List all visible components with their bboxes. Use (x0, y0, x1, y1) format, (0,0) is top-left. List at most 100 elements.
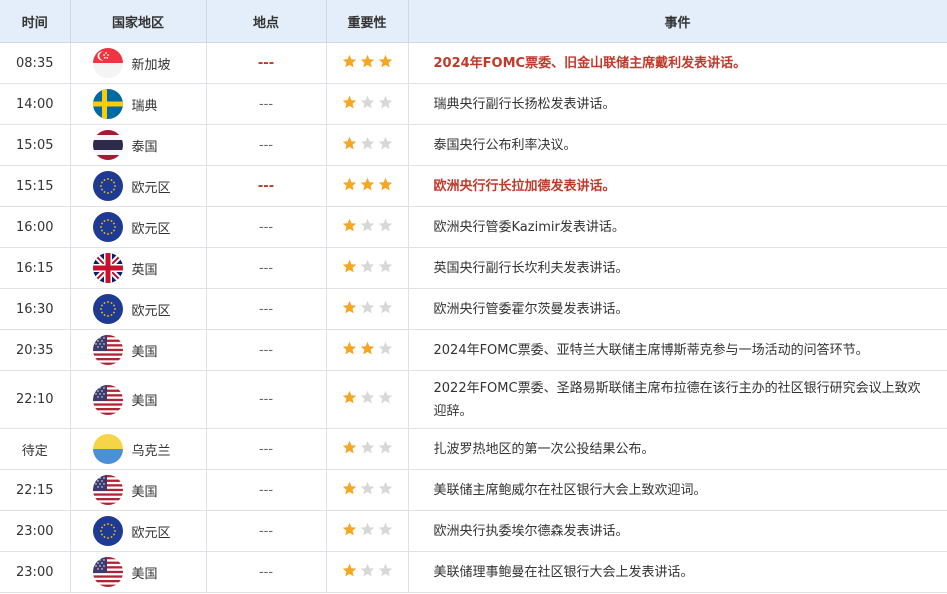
star-empty-icon (378, 136, 393, 151)
star-filled-icon (360, 341, 375, 356)
star-empty-icon (360, 136, 375, 151)
event-description[interactable]: 美联储主席鲍威尔在社区银行大会上致欢迎词。 (408, 469, 947, 511)
star-filled-icon (342, 300, 357, 315)
table-row[interactable]: 16:00 欧元区 --- 欧洲央行管委Kazimir发表讲话。 (0, 206, 947, 248)
star-empty-icon (378, 218, 393, 233)
ukraine-flag-icon (92, 434, 123, 464)
star-filled-icon (378, 54, 393, 69)
event-description[interactable]: 欧洲央行行长拉加德发表讲话。 (408, 165, 947, 207)
star-empty-icon (378, 300, 393, 315)
star-empty-icon (378, 481, 393, 496)
country-cell: 美国 (70, 469, 207, 511)
event-time: 15:15 (0, 165, 71, 207)
importance-cell (326, 428, 409, 470)
event-time: 22:10 (0, 370, 71, 429)
star-filled-icon (342, 177, 357, 192)
country-cell: 瑞典 (70, 83, 207, 125)
event-description[interactable]: 欧洲央行管委霍尔茨曼发表讲话。 (408, 288, 947, 330)
event-description[interactable]: 瑞典央行副行长扬松发表讲话。 (408, 83, 947, 125)
star-filled-icon (360, 177, 375, 192)
table-row[interactable]: 16:15 英国 --- 英国央行副行长坎利夫发表讲话。 (0, 247, 947, 289)
star-empty-icon (360, 218, 375, 233)
header-importance: 重要性 (326, 0, 409, 43)
event-description[interactable]: 扎波罗热地区的第一次公投结果公布。 (408, 428, 947, 470)
event-time: 20:35 (0, 329, 71, 371)
event-description[interactable]: 美联储理事鲍曼在社区银行大会上发表讲话。 (408, 551, 947, 593)
star-empty-icon (378, 390, 393, 405)
star-filled-icon (342, 259, 357, 274)
event-description[interactable]: 2024年FOMC票委、旧金山联储主席戴利发表讲话。 (408, 42, 947, 84)
importance-stars (342, 300, 393, 315)
star-empty-icon (360, 300, 375, 315)
table-row[interactable]: 22:15 美国 --- 美联储主席鲍威尔在社区银行大会上致欢迎词。 (0, 469, 947, 511)
star-empty-icon (360, 259, 375, 274)
table-row[interactable]: 08:35 新加坡 --- 2024年FOMC票委、旧金山联储主席戴利发表讲话。 (0, 42, 947, 84)
star-filled-icon (342, 390, 357, 405)
table-row[interactable]: 15:15 欧元区 --- 欧洲央行行长拉加德发表讲话。 (0, 165, 947, 207)
importance-stars (342, 341, 393, 356)
event-description[interactable]: 欧洲央行管委Kazimir发表讲话。 (408, 206, 947, 248)
table-row[interactable]: 23:00 美国 --- 美联储理事鲍曼在社区银行大会上发表讲话。 (0, 551, 947, 593)
country-name: 美国 (131, 566, 158, 582)
table-row[interactable]: 23:00 欧元区 --- 欧洲央行执委埃尔德森发表讲话。 (0, 510, 947, 552)
event-place: --- (206, 551, 327, 593)
star-filled-icon (378, 177, 393, 192)
country-cell: 美国 (70, 370, 207, 429)
sweden-flag-icon (92, 89, 123, 119)
economic-calendar-table: 时间 国家地区 地点 重要性 事件 08:35 新加坡 --- 2024年FOM… (0, 0, 947, 593)
table-row[interactable]: 20:35 美国 --- 2024年FOMC票委、亚特兰大联储主席博斯蒂克参与一… (0, 329, 947, 371)
star-filled-icon (342, 481, 357, 496)
event-description[interactable]: 英国央行副行长坎利夫发表讲话。 (408, 247, 947, 289)
event-place: --- (206, 42, 327, 84)
importance-stars (342, 440, 393, 455)
table-row[interactable]: 14:00 瑞典 --- 瑞典央行副行长扬松发表讲话。 (0, 83, 947, 125)
thailand-flag-icon (92, 130, 123, 160)
star-filled-icon (360, 54, 375, 69)
importance-stars (342, 522, 393, 537)
event-time: 待定 (0, 428, 71, 470)
event-place: --- (206, 370, 327, 429)
importance-cell (326, 469, 409, 511)
table-row[interactable]: 15:05 泰国 --- 泰国央行公布利率决议。 (0, 124, 947, 166)
country-cell: 美国 (70, 551, 207, 593)
us-flag-icon (92, 384, 123, 415)
table-row[interactable]: 22:10 美国 --- 2022年FOMC票委、圣路易斯联储主席布拉德在该行主… (0, 370, 947, 429)
star-empty-icon (360, 522, 375, 537)
star-empty-icon (378, 259, 393, 274)
country-name: 新加坡 (131, 57, 171, 73)
importance-stars (342, 177, 393, 192)
event-place: --- (206, 428, 327, 470)
star-empty-icon (378, 522, 393, 537)
country-name: 泰国 (131, 139, 158, 155)
table-row[interactable]: 16:30 欧元区 --- 欧洲央行管委霍尔茨曼发表讲话。 (0, 288, 947, 330)
event-description[interactable]: 欧洲央行执委埃尔德森发表讲话。 (408, 510, 947, 552)
country-cell: 英国 (70, 247, 207, 289)
event-place: --- (206, 329, 327, 371)
event-description[interactable]: 泰国央行公布利率决议。 (408, 124, 947, 166)
event-description[interactable]: 2024年FOMC票委、亚特兰大联储主席博斯蒂克参与一场活动的问答环节。 (408, 329, 947, 371)
star-filled-icon (342, 440, 357, 455)
event-time: 14:00 (0, 83, 71, 125)
event-place: --- (206, 247, 327, 289)
star-filled-icon (342, 95, 357, 110)
star-empty-icon (378, 95, 393, 110)
importance-cell (326, 370, 409, 429)
event-place: --- (206, 206, 327, 248)
event-time: 16:00 (0, 206, 71, 248)
country-cell: 欧元区 (70, 206, 207, 248)
event-place: --- (206, 288, 327, 330)
importance-cell (326, 83, 409, 125)
eu-flag-icon (92, 516, 123, 546)
event-time: 08:35 (0, 42, 71, 84)
star-empty-icon (378, 440, 393, 455)
star-empty-icon (360, 440, 375, 455)
country-cell: 美国 (70, 329, 207, 371)
country-cell: 泰国 (70, 124, 207, 166)
importance-cell (326, 247, 409, 289)
header-place: 地点 (206, 0, 327, 43)
importance-stars (342, 95, 393, 110)
table-row[interactable]: 待定 乌克兰 --- 扎波罗热地区的第一次公投结果公布。 (0, 428, 947, 470)
country-name: 欧元区 (131, 180, 171, 196)
event-description[interactable]: 2022年FOMC票委、圣路易斯联储主席布拉德在该行主办的社区银行研究会议上致欢… (408, 370, 947, 429)
eu-flag-icon (92, 294, 123, 324)
